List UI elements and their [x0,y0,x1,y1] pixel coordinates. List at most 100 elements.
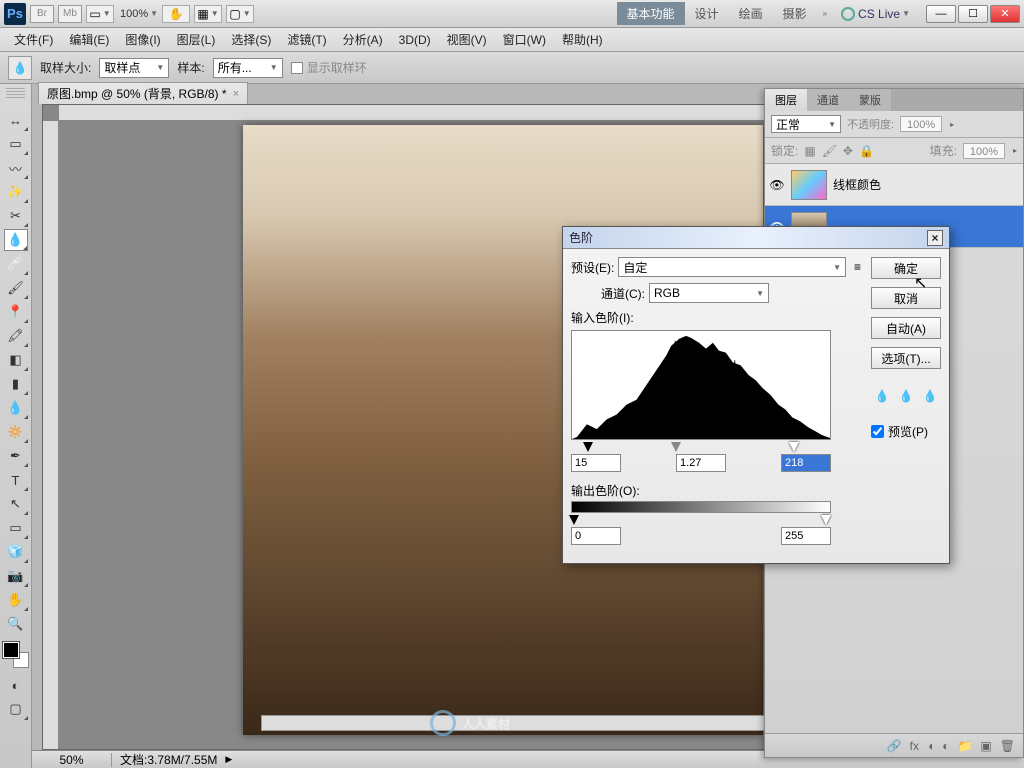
document-tab-close-icon[interactable]: × [233,88,239,100]
menu-view[interactable]: 视图(V) [439,31,495,48]
lock-all-icon[interactable]: 🔒 [859,144,874,158]
zoom-tool[interactable]: 🔍 [4,613,28,635]
layer-mask-icon[interactable]: ◖ [927,739,934,753]
blur-tool[interactable]: 💧 [4,397,28,419]
sample-select[interactable]: 所有...▼ [213,58,283,78]
menu-file[interactable]: 文件(F) [6,31,61,48]
sample-size-select[interactable]: 取样点▼ [99,58,169,78]
delete-layer-icon[interactable]: 🗑 [1000,739,1015,753]
foreground-color[interactable] [3,642,19,658]
toolbox-grip[interactable] [6,88,25,100]
3d-tool[interactable]: 🧊 [4,541,28,563]
histogram[interactable] [571,330,831,440]
lock-pixels-icon[interactable]: 🖌 [822,144,837,158]
shape-tool[interactable]: ▭ [4,517,28,539]
layer-fx-icon[interactable]: fx [910,739,919,753]
pen-tool[interactable]: ✒ [4,445,28,467]
menu-layer[interactable]: 图层(L) [169,31,224,48]
preview-checkbox[interactable]: 预览(P) [871,423,941,440]
view-extras-button[interactable]: ▭▼ [86,5,114,23]
preset-select[interactable]: 自定▼ [618,257,846,277]
link-layers-icon[interactable]: 🔗 [887,739,902,753]
input-sliders[interactable] [571,442,831,454]
output-gradient[interactable] [571,501,831,513]
output-low-input[interactable] [571,527,621,545]
move-tool[interactable]: ↔ [4,109,28,131]
status-zoom[interactable]: 50% [32,753,112,767]
workspace-tab-design[interactable]: 设计 [685,2,729,25]
status-doc-info[interactable]: 文档:3.78M/7.55M [112,751,225,768]
document-tab[interactable]: 原图.bmp @ 50% (背景, RGB/8) * × [38,82,248,104]
workspace-tab-painting[interactable]: 绘画 [729,2,773,25]
quick-mask-tool[interactable]: ◐ [4,674,28,696]
panel-tab-channels[interactable]: 通道 [807,89,849,111]
type-tool[interactable]: T [4,469,28,491]
layer-name[interactable]: 线框颜色 [833,176,881,193]
brush-tool[interactable]: 🖌 [4,277,28,299]
layer-item[interactable]: 👁 线框颜色 [765,164,1023,206]
menu-help[interactable]: 帮助(H) [554,31,611,48]
healing-brush-tool[interactable]: 🩹 [4,253,28,275]
shadows-slider[interactable] [583,442,593,452]
menu-window[interactable]: 窗口(W) [495,31,554,48]
close-button[interactable]: ✕ [990,5,1020,23]
layer-group-icon[interactable]: 📁 [957,739,972,753]
minimize-button[interactable]: — [926,5,956,23]
menu-3d[interactable]: 3D(D) [391,33,439,47]
maximize-button[interactable]: ☐ [958,5,988,23]
shadows-input[interactable] [571,454,621,472]
gray-point-eyedropper-icon[interactable]: 💧 [897,387,915,405]
panel-tab-masks[interactable]: 蒙版 [849,89,891,111]
cancel-button[interactable]: 取消 [871,287,941,309]
3d-camera-tool[interactable]: 📷 [4,565,28,587]
opacity-input[interactable]: 100% [900,116,942,132]
panel-tab-layers[interactable]: 图层 [765,89,807,111]
lock-position-icon[interactable]: ✥ [843,144,853,158]
current-tool-icon[interactable]: 💧 [8,56,32,80]
options-button[interactable]: 选项(T)... [871,347,941,369]
ruler-vertical[interactable] [43,121,59,749]
output-sliders[interactable] [571,515,831,527]
menu-analysis[interactable]: 分析(A) [335,31,391,48]
menu-image[interactable]: 图像(I) [117,31,168,48]
marquee-tool[interactable]: ▭ [4,133,28,155]
menu-select[interactable]: 选择(S) [223,31,279,48]
menu-edit[interactable]: 编辑(E) [61,31,117,48]
dodge-tool[interactable]: 🔅 [4,421,28,443]
visibility-icon[interactable]: 👁 [769,178,785,192]
midtones-input[interactable] [676,454,726,472]
history-brush-tool[interactable]: 🖍 [4,325,28,347]
eyedropper-tool[interactable]: 💧 [4,229,28,251]
output-high-slider[interactable] [821,515,831,525]
layer-thumbnail[interactable] [791,170,827,200]
dialog-close-button[interactable]: × [927,230,943,246]
eraser-tool[interactable]: ◧ [4,349,28,371]
white-point-eyedropper-icon[interactable]: 💧 [921,387,939,405]
ok-button[interactable]: 确定 [871,257,941,279]
screen-mode-tool[interactable]: ▢ [4,698,28,720]
menu-filter[interactable]: 滤镜(T) [279,31,334,48]
clone-stamp-tool[interactable]: 📍 [4,301,28,323]
black-point-eyedropper-icon[interactable]: 💧 [873,387,891,405]
new-layer-icon[interactable]: ▣ [980,739,991,753]
color-swatch[interactable] [3,642,29,668]
workspace-more-icon[interactable]: » [823,9,827,18]
crop-tool[interactable]: ✂ [4,205,28,227]
lasso-tool[interactable]: 〰 [4,157,28,179]
screen-mode-button[interactable]: ▢▼ [226,5,254,23]
hand-tool[interactable]: ✋ [4,589,28,611]
zoom-percent[interactable]: 100% [120,8,148,20]
path-selection-tool[interactable]: ↖ [4,493,28,515]
bridge-button[interactable]: Br [30,5,54,23]
workspace-tab-photography[interactable]: 摄影 [773,2,817,25]
highlights-input[interactable] [781,454,831,472]
adjustment-layer-icon[interactable]: ◐ [942,739,949,753]
midtones-slider[interactable] [671,442,681,452]
hand-tool-button[interactable]: ✋ [162,5,190,23]
gradient-tool[interactable]: ▮ [4,373,28,395]
cslive-button[interactable]: CS Live▼ [841,7,910,21]
arrange-documents-button[interactable]: ▦▼ [194,5,222,23]
minibridge-button[interactable]: Mb [58,5,82,23]
channel-select[interactable]: RGB▼ [649,283,769,303]
auto-button[interactable]: 自动(A) [871,317,941,339]
